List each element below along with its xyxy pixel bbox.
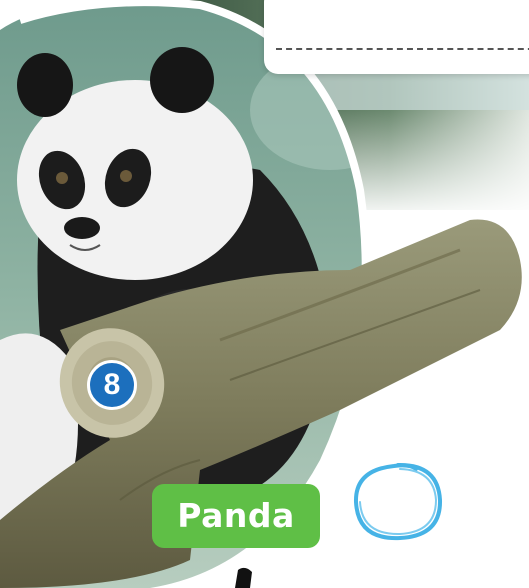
panda-card: 8 Panda (0, 0, 529, 588)
number-badge: 8 (87, 360, 137, 410)
answer-card (264, 0, 529, 74)
animal-name-label: Panda (152, 484, 320, 548)
answer-line[interactable] (276, 48, 529, 50)
answer-circle[interactable] (350, 460, 446, 542)
